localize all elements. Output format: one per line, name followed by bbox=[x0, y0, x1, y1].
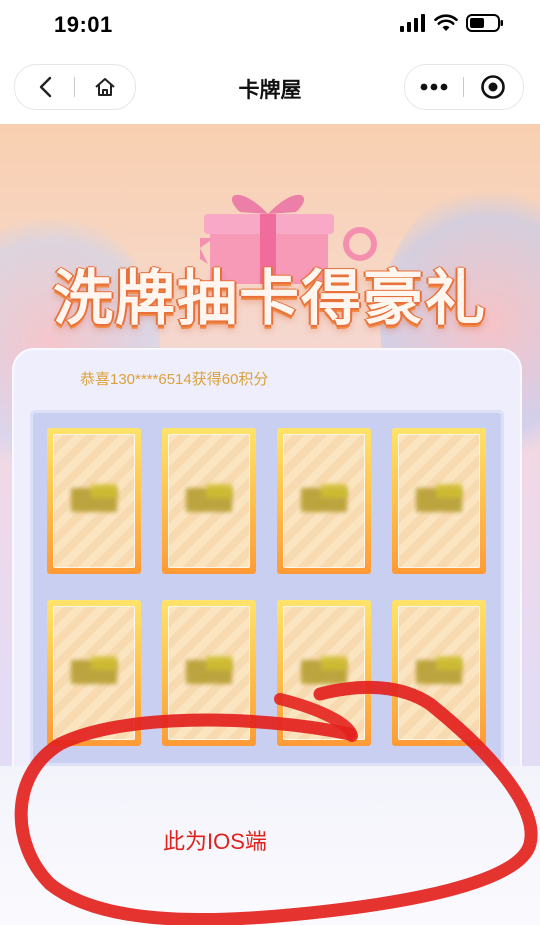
status-bar: 19:01 bbox=[0, 0, 540, 54]
annotation-text: 此为IOS端 bbox=[163, 829, 267, 854]
card-slot[interactable] bbox=[47, 600, 141, 746]
card-slot[interactable] bbox=[392, 600, 486, 746]
card-slot[interactable] bbox=[162, 600, 256, 746]
nav-capsule-right bbox=[404, 64, 524, 110]
bottom-area bbox=[0, 766, 540, 925]
main-content: 洗牌抽卡得豪礼 恭喜130****6514获得60积分 此为IOS端 bbox=[0, 124, 540, 925]
status-time: 19:01 bbox=[54, 12, 113, 37]
target-circle-icon bbox=[481, 75, 505, 99]
more-dots-icon bbox=[420, 83, 448, 91]
signal-icon bbox=[400, 14, 425, 32]
banner-title: 洗牌抽卡得豪礼 bbox=[53, 265, 487, 332]
close-miniprogram-button[interactable] bbox=[464, 65, 522, 109]
status-icons bbox=[400, 14, 504, 32]
card-slot[interactable] bbox=[162, 428, 256, 574]
card-slot[interactable] bbox=[47, 428, 141, 574]
wifi-icon bbox=[434, 14, 458, 31]
winner-marquee: 恭喜130****6514获得60积分 bbox=[80, 371, 269, 388]
nav-bar: 卡牌屋 bbox=[0, 54, 540, 124]
more-button[interactable] bbox=[405, 65, 463, 109]
card-slot[interactable] bbox=[277, 600, 371, 746]
card-slot[interactable] bbox=[277, 428, 371, 574]
card-grid bbox=[30, 410, 504, 766]
battery-icon bbox=[466, 14, 503, 32]
card-slot[interactable] bbox=[392, 428, 486, 574]
